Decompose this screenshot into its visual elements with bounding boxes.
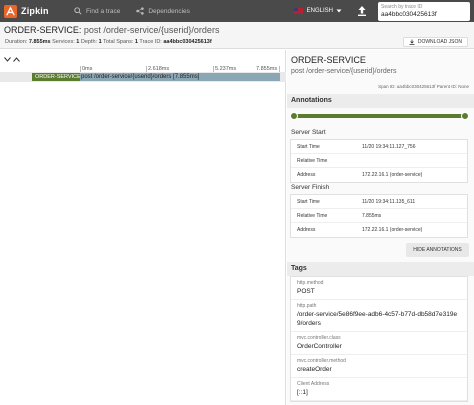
kv-row: Start Time 11/20 19:34:11.127_756 (291, 140, 467, 154)
timeline-panel: 0ms 2.618ms 5.237ms 7.855ms ORDER-SERVIC… (0, 50, 286, 405)
zipkin-logo-icon (4, 4, 17, 18)
kv-value: 172.22.16.1 (order-service) (362, 227, 423, 233)
trace-id-search[interactable]: Search by trace ID aa4bbc030425613f (378, 1, 470, 21)
collapse-controls (3, 55, 21, 63)
download-json-label: DOWNLOAD JSON (417, 39, 462, 45)
nav-dependencies[interactable]: Dependencies (128, 0, 198, 22)
span-row[interactable]: ORDER-SERVICE post /order-service/{useri… (0, 72, 286, 82)
kv-key: Address (297, 172, 316, 178)
server-finish-table: Start Time 11/20 19:34:11.135_611 Relati… (290, 194, 468, 238)
kv-key: Start Time (297, 144, 320, 150)
caret-down-icon (336, 9, 342, 13)
annotation-finish-marker[interactable] (461, 112, 469, 120)
kv-value: 11/20 19:34:11.127_756 (362, 144, 416, 150)
trace-title: ORDER-SERVICE: post /order-service/{user… (4, 25, 219, 35)
tags-heading: Tags (287, 262, 474, 276)
tag-key: mvc.controller.class (297, 335, 341, 341)
top-bar: Zipkin Find a trace Dependencies ENGLISH… (0, 0, 474, 22)
services-label: Services: (52, 39, 75, 45)
trace-id-search-placeholder: Search by trace ID (381, 3, 423, 10)
tag-item: http.method POST (291, 277, 467, 300)
kv-value: 172.22.16.1 (order-service) (362, 172, 423, 178)
kv-key: Relative Time (297, 158, 328, 164)
tag-item: mvc.controller.class OrderController (291, 332, 467, 355)
tag-value: /order-service/5e86f9ee-adb6-4c57-b77d-d… (297, 311, 458, 327)
tag-value: [::1] (297, 389, 308, 396)
trace-id-label: Trace ID: (139, 39, 162, 45)
parent-id-label: Parent ID: (436, 84, 457, 89)
tag-item: http.path /order-service/5e86f9ee-adb6-4… (291, 300, 467, 332)
tag-value: OrderController (297, 343, 342, 350)
annotation-start-marker[interactable] (290, 112, 298, 120)
parent-id-value: None (458, 84, 469, 89)
annotations-timeline-bar (293, 114, 465, 118)
tag-key: mvc.controller.method (297, 358, 346, 364)
kv-key: Relative Time (297, 213, 328, 219)
services-value: 1 (76, 39, 80, 45)
timeline-header: 0ms 2.618ms 5.237ms 7.855ms (0, 52, 286, 74)
tag-value: POST (297, 288, 315, 295)
us-flag-icon (293, 8, 303, 14)
trace-id-search-value: aa4bbc030425613f (381, 10, 437, 18)
trace-meta: Duration: 7.855ms Services: 1 Depth: 1 T… (5, 39, 212, 45)
kv-value: 7.855ms (362, 213, 382, 219)
detail-ids: Span ID: aa4bbc030425613f Parent ID: Non… (378, 84, 469, 89)
kv-key: Start Time (297, 199, 320, 205)
kv-key: Address (297, 227, 316, 233)
kv-row: Start Time 11/20 19:34:11.135_611 (291, 195, 467, 209)
server-start-heading: Server Start (291, 129, 326, 136)
tag-key: http.path (297, 303, 317, 309)
server-finish-heading: Server Finish (291, 184, 330, 191)
chevron-up-icon (13, 56, 20, 62)
kv-row: Relative Time (291, 154, 467, 168)
tag-value: createOrder (297, 366, 332, 373)
collapse-all-button[interactable] (3, 55, 12, 63)
tags-list: http.method POST http.path /order-servic… (290, 276, 468, 402)
span-id-label: Span ID: (378, 84, 396, 89)
chevron-down-icon (4, 56, 11, 62)
download-icon (409, 39, 415, 45)
expand-all-button[interactable] (12, 55, 21, 63)
annotations-heading: Annotations (287, 94, 474, 108)
tag-item: Client Address [::1] (291, 378, 467, 401)
search-icon (74, 7, 82, 15)
nav-dependencies-label: Dependencies (148, 7, 190, 15)
trace-header: ORDER-SERVICE: post /order-service/{user… (0, 22, 474, 49)
logo-text: Zipkin (21, 6, 49, 16)
language-label: ENGLISH (306, 8, 333, 14)
detail-service-name: ORDER-SERVICE (291, 55, 366, 65)
span-detail-panel: ORDER-SERVICE post /order-service/{useri… (287, 50, 474, 405)
depth-value: 1 (98, 39, 102, 45)
span-service-badge: ORDER-SERVICE (32, 73, 84, 81)
language-selector[interactable]: ENGLISH (284, 8, 352, 14)
trace-service-name: ORDER-SERVICE (4, 25, 79, 35)
kv-row: Relative Time 7.855ms (291, 209, 467, 223)
hide-annotations-button[interactable]: HIDE ANNOTATIONS (406, 243, 469, 257)
detail-span-name: post /order-service/{userid}/orders (291, 68, 397, 75)
tag-key: http.method (297, 280, 324, 286)
nav-find-trace-label: Find a trace (86, 7, 121, 15)
span-id-value: aa4bbc030425613f (396, 84, 436, 89)
nav-find-trace[interactable]: Find a trace (66, 0, 128, 22)
server-start-table: Start Time 11/20 19:34:11.127_756 Relati… (290, 139, 468, 183)
depth-label: Depth: (80, 39, 98, 45)
logo[interactable]: Zipkin (0, 0, 66, 22)
download-json-button[interactable]: DOWNLOAD JSON (402, 37, 468, 47)
kv-row: Address 172.22.16.1 (order-service) (291, 223, 467, 237)
span-row-label: post /order-service/{userid}/orders [7.8… (81, 74, 200, 80)
tag-key: Client Address (297, 381, 330, 387)
dependencies-icon (136, 7, 145, 15)
kv-row: Address 172.22.16.1 (order-service) (291, 168, 467, 182)
kv-value: 11/20 19:34:11.135_611 (362, 199, 416, 205)
trace-id-value: aa4bbc030425613f (163, 39, 212, 45)
total-spans-value: 1 (134, 39, 138, 45)
trace-span-name: post /order-service/{userid}/orders (83, 25, 220, 35)
tag-item: mvc.controller.method createOrder (291, 355, 467, 378)
duration-label: Duration: (5, 39, 28, 45)
duration-value: 7.855ms (28, 39, 51, 45)
total-spans-label: Total Spans: (103, 39, 134, 45)
upload-icon[interactable] (356, 5, 368, 17)
